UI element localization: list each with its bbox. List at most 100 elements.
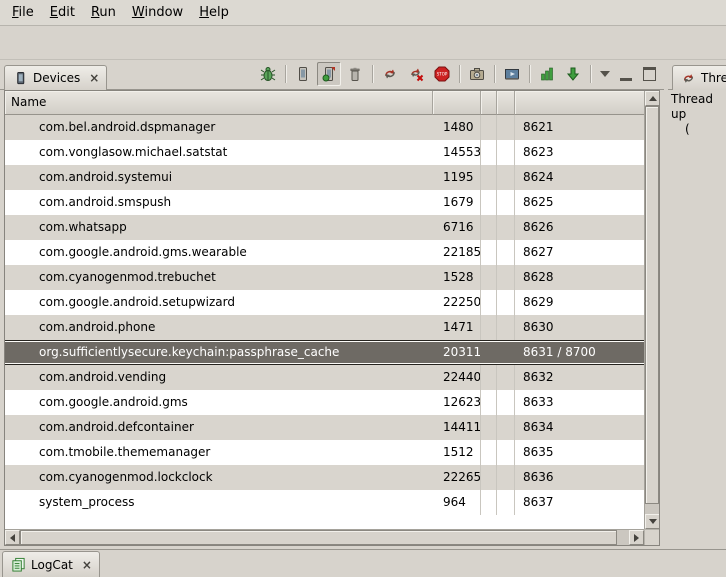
- process-name: com.android.defcontainer: [5, 415, 433, 440]
- column-header-empty[interactable]: [497, 91, 515, 115]
- process-name: com.android.phone: [5, 315, 433, 340]
- toolbar-separator: [529, 65, 530, 83]
- stop-method-profiling-icon[interactable]: [561, 62, 585, 86]
- scroll-left-button[interactable]: [5, 530, 20, 545]
- logcat-icon: [10, 557, 26, 573]
- horizontal-scrollbar-thumb[interactable]: [20, 530, 617, 545]
- table-row[interactable]: com.tmobile.thememanager15128635: [5, 440, 644, 465]
- table-row[interactable]: com.android.defcontainer144118634: [5, 415, 644, 440]
- empty-cell: [497, 290, 515, 315]
- toolbar-separator: [494, 65, 495, 83]
- menu-file[interactable]: File: [4, 2, 42, 23]
- stop-process-icon[interactable]: STOP: [430, 62, 454, 86]
- column-header-pid[interactable]: [433, 91, 481, 115]
- column-header-port[interactable]: [515, 91, 644, 115]
- scroll-down-button[interactable]: [645, 514, 660, 529]
- vertical-scrollbar[interactable]: [644, 91, 659, 529]
- process-pid: 22185: [433, 240, 481, 265]
- scroll-right-button[interactable]: [629, 530, 644, 545]
- maximize-icon[interactable]: [643, 67, 656, 81]
- table-row[interactable]: com.android.smspush16798625: [5, 190, 644, 215]
- minimize-icon[interactable]: [620, 78, 632, 81]
- process-pid: 14411: [433, 415, 481, 440]
- tab-threads[interactable]: Threa: [672, 65, 726, 90]
- menu-edit[interactable]: Edit: [42, 2, 83, 23]
- process-pid: 1480: [433, 115, 481, 140]
- tab-devices[interactable]: Devices ×: [4, 65, 107, 90]
- process-port: 8630: [515, 315, 644, 340]
- cause-gc-icon[interactable]: [343, 62, 367, 86]
- start-method-profiling-icon[interactable]: [535, 62, 559, 86]
- table-row[interactable]: com.google.android.gms126238633: [5, 390, 644, 415]
- table-row[interactable]: com.whatsapp67168626: [5, 215, 644, 240]
- table-row[interactable]: com.android.phone1471 8630: [5, 315, 644, 340]
- empty-cell: [481, 440, 497, 465]
- empty-cell: [497, 490, 515, 515]
- scroll-up-button[interactable]: [645, 91, 660, 106]
- stop-threads-icon[interactable]: [404, 62, 428, 86]
- table-row[interactable]: com.cyanogenmod.trebuchet15288628: [5, 265, 644, 290]
- empty-cell: [497, 440, 515, 465]
- empty-cell: [497, 115, 515, 140]
- stop-icon-label: STOP: [437, 71, 448, 76]
- threads-view: Threa Thread up (: [668, 60, 726, 549]
- vertical-scrollbar-thumb[interactable]: [645, 106, 659, 504]
- debug-icon[interactable]: [256, 62, 280, 86]
- process-name: com.bel.android.dspmanager: [5, 115, 433, 140]
- table-row[interactable]: com.vonglasow.michael.satstat145538623: [5, 140, 644, 165]
- table-row[interactable]: com.bel.android.dspmanager14808621: [5, 115, 644, 140]
- process-pid: 14553: [433, 140, 481, 165]
- close-icon[interactable]: ×: [89, 71, 99, 85]
- empty-cell: [497, 365, 515, 390]
- table-row[interactable]: com.cyanogenmod.lockclock222658636: [5, 465, 644, 490]
- empty-cell: [481, 240, 497, 265]
- table-row[interactable]: com.android.systemui11958624: [5, 165, 644, 190]
- table-header: Name: [5, 91, 644, 115]
- column-header-empty[interactable]: [481, 91, 497, 115]
- process-pid: 964: [433, 490, 481, 515]
- device-icon: [12, 70, 28, 86]
- dump-hprof-icon[interactable]: [317, 62, 341, 86]
- tab-label: Devices: [33, 71, 80, 85]
- screen-record-icon[interactable]: [500, 62, 524, 86]
- process-pid: 1471: [433, 315, 481, 340]
- table-row[interactable]: org.sufficientlysecure.keychain:passphra…: [5, 340, 644, 365]
- table-row[interactable]: com.google.android.gms.wearable221858627: [5, 240, 644, 265]
- process-port: 8625: [515, 190, 644, 215]
- close-icon[interactable]: ×: [82, 558, 92, 572]
- menu-run[interactable]: Run: [83, 2, 124, 23]
- empty-cell: [481, 365, 497, 390]
- process-port: 8623: [515, 140, 644, 165]
- process-pid: 22250: [433, 290, 481, 315]
- process-port: 8624: [515, 165, 644, 190]
- menubar: File Edit Run Window Help: [0, 0, 726, 26]
- table-row[interactable]: system_process9648637: [5, 490, 644, 515]
- process-name: com.android.smspush: [5, 190, 433, 215]
- column-header-name[interactable]: Name: [5, 91, 433, 115]
- devices-tabbar: Devices ×: [0, 62, 664, 90]
- menu-help[interactable]: Help: [191, 2, 237, 23]
- threads-message: Thread up (: [668, 90, 726, 549]
- empty-cell: [497, 390, 515, 415]
- ddms-window: File Edit Run Window Help Devices ×: [0, 0, 726, 577]
- screen-capture-icon[interactable]: [465, 62, 489, 86]
- scrollbar-corner: [644, 529, 659, 545]
- horizontal-scrollbar[interactable]: [5, 529, 644, 545]
- empty-cell: [497, 240, 515, 265]
- update-heap-icon[interactable]: [291, 62, 315, 86]
- empty-cell: [481, 265, 497, 290]
- devices-table: Name com.bel.android.dspmanager14808621c…: [4, 90, 660, 546]
- process-name: com.cyanogenmod.trebuchet: [5, 265, 433, 290]
- table-row[interactable]: com.google.android.setupwizard222508629: [5, 290, 644, 315]
- process-port: 8636: [515, 465, 644, 490]
- view-menu-icon[interactable]: [600, 71, 610, 77]
- tab-logcat[interactable]: LogCat ×: [2, 551, 100, 577]
- update-threads-icon[interactable]: [378, 62, 402, 86]
- empty-cell: [481, 390, 497, 415]
- main-area: Devices ×: [0, 60, 726, 549]
- process-pid: 1512: [433, 440, 481, 465]
- table-row[interactable]: com.android.vending224408632: [5, 365, 644, 390]
- empty-cell: [481, 465, 497, 490]
- empty-cell: [497, 415, 515, 440]
- menu-window[interactable]: Window: [124, 2, 191, 23]
